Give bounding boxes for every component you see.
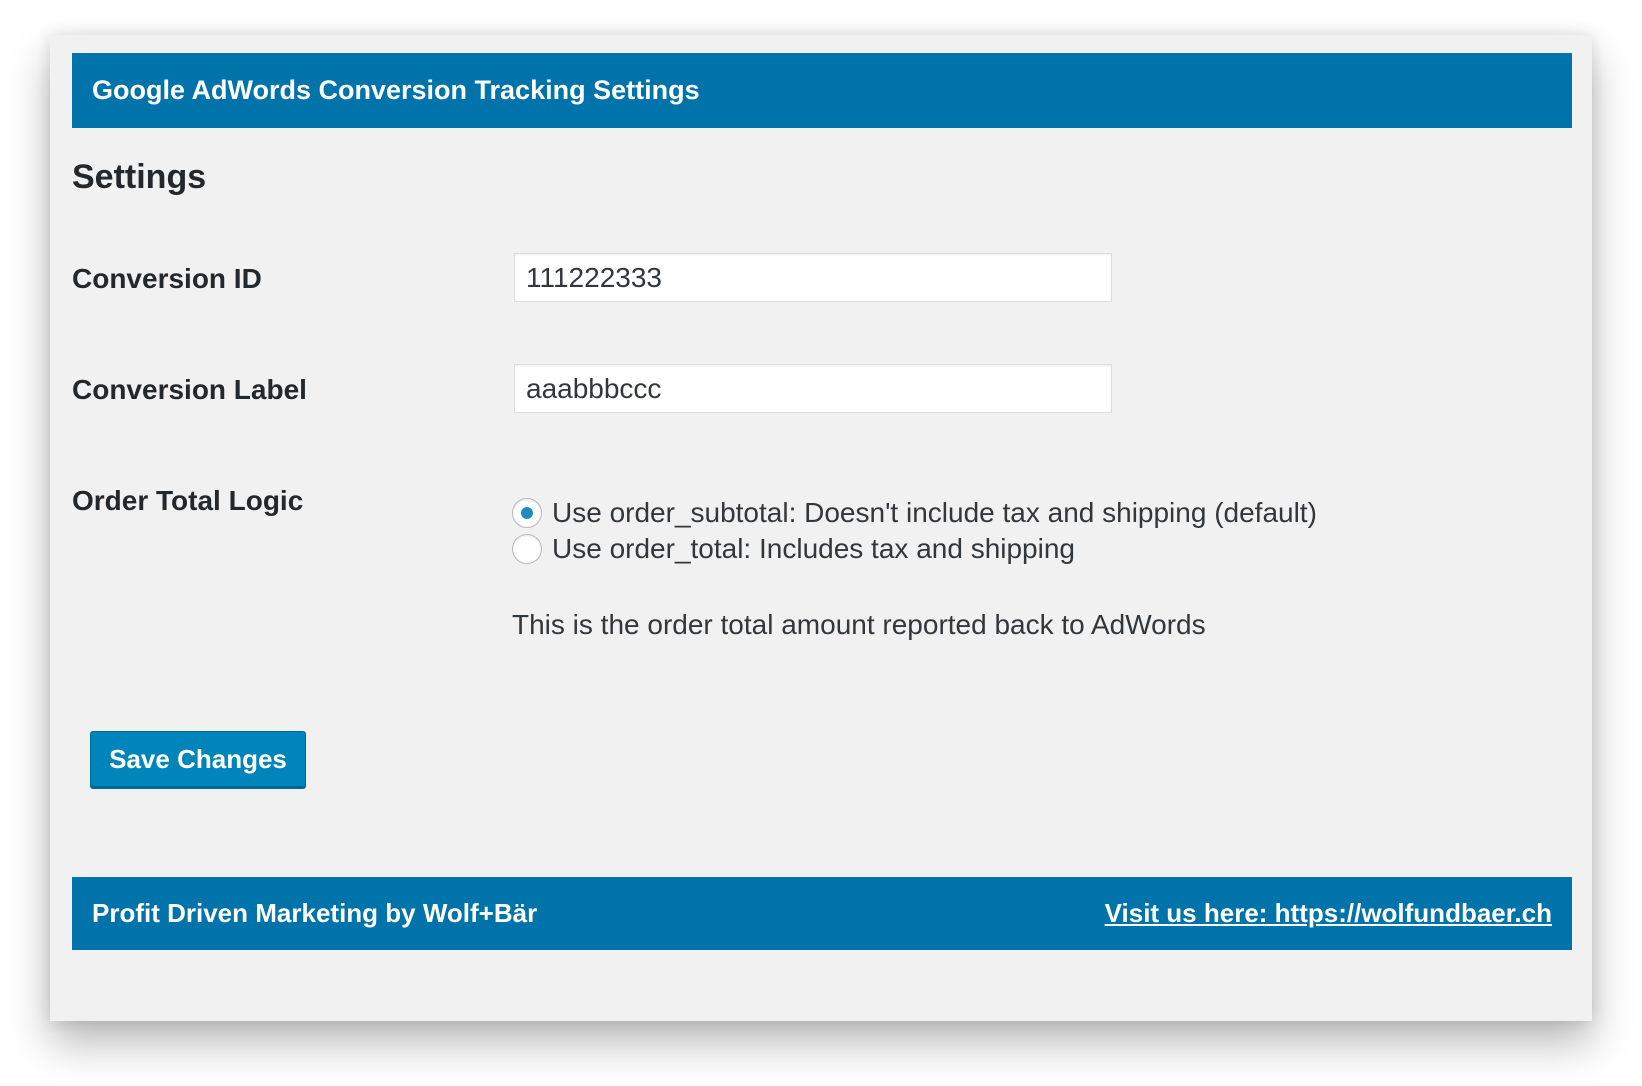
conversion-label-input[interactable] [514,364,1112,413]
radio-option-order-total[interactable]: Use order_total: Includes tax and shippi… [512,531,1317,567]
conversion-id-input[interactable] [514,253,1112,302]
radio-label-order-subtotal: Use order_subtotal: Doesn't include tax … [552,497,1317,528]
save-changes-button[interactable]: Save Changes [90,731,306,787]
radio-button-order-total[interactable] [512,534,542,564]
section-title: Settings [72,158,207,196]
footer-bar: Profit Driven Marketing by Wolf+Bär Visi… [72,877,1572,950]
header-bar: Google AdWords Conversion Tracking Setti… [72,53,1572,128]
radio-label-order-total: Use order_total: Includes tax and shippi… [552,533,1075,564]
conversion-label-label: Conversion Label [72,374,307,405]
radio-button-order-subtotal[interactable] [512,498,542,528]
order-total-logic-label: Order Total Logic [72,485,304,516]
order-total-help-text: This is the order total amount reported … [512,609,1206,640]
page-title: Google AdWords Conversion Tracking Setti… [92,75,700,105]
order-total-logic-radio-group: Use order_subtotal: Doesn't include tax … [512,495,1317,567]
radio-checked-dot [521,507,533,519]
settings-window: Google AdWords Conversion Tracking Setti… [50,35,1592,1021]
footer-website-link[interactable]: Visit us here: https://wolfundbaer.ch [1105,898,1552,929]
footer-text: Profit Driven Marketing by Wolf+Bär [92,898,538,928]
conversion-id-label: Conversion ID [72,263,262,294]
radio-option-order-subtotal[interactable]: Use order_subtotal: Doesn't include tax … [512,495,1317,531]
